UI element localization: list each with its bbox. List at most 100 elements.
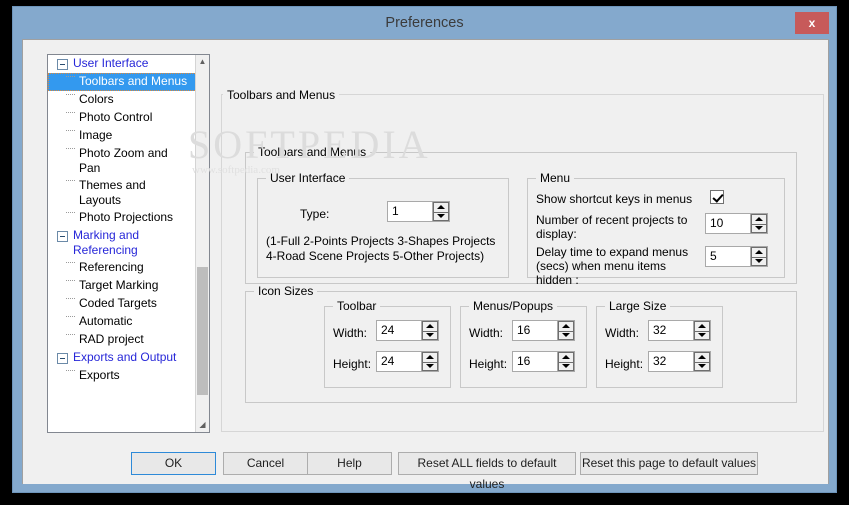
group-title: Menu bbox=[536, 171, 575, 185]
minus-icon[interactable] bbox=[57, 353, 68, 364]
tree-connector-icon bbox=[66, 112, 75, 113]
settings-tree-panel[interactable]: User Interface Toolbars and Menus Colors… bbox=[47, 54, 210, 433]
help-button[interactable]: Help bbox=[307, 452, 392, 475]
stepper-buttons[interactable] bbox=[750, 247, 767, 266]
title-bar: Preferences x bbox=[13, 7, 836, 39]
menus-width-value[interactable]: 16 bbox=[513, 321, 557, 340]
tree-item-rad-project[interactable]: RAD project bbox=[48, 331, 197, 349]
tree-item-coded-targets[interactable]: Coded Targets bbox=[48, 295, 197, 313]
delay-time-value[interactable]: 5 bbox=[706, 247, 750, 266]
tree-item-label: Exports bbox=[79, 368, 120, 382]
stepper-buttons[interactable] bbox=[557, 352, 574, 371]
tree-item-photo-zoom-and-pan[interactable]: Photo Zoom and Pan bbox=[48, 145, 197, 177]
tree-connector-icon bbox=[66, 298, 75, 299]
tree-item-automatic[interactable]: Automatic bbox=[48, 313, 197, 331]
stepper-down-icon[interactable] bbox=[558, 361, 574, 371]
type-stepper[interactable]: 1 bbox=[387, 201, 450, 222]
tree-item-photo-control[interactable]: Photo Control bbox=[48, 109, 197, 127]
tree-item-label: Image bbox=[79, 128, 113, 142]
reset-all-fields-button[interactable]: Reset ALL fields to default values bbox=[398, 452, 576, 491]
tree-item-photo-projections[interactable]: Photo Projections bbox=[48, 209, 197, 227]
tree-item-exports[interactable]: Exports bbox=[48, 367, 197, 385]
preferences-window: Preferences x SOFTPEDIA www.softpedia.co… bbox=[12, 6, 837, 493]
tree-item-referencing[interactable]: Referencing bbox=[48, 259, 197, 277]
large-width-stepper[interactable]: 32 bbox=[648, 320, 711, 341]
stepper-down-icon[interactable] bbox=[433, 211, 449, 221]
stepper-up-icon[interactable] bbox=[751, 247, 767, 257]
delay-time-stepper[interactable]: 5 bbox=[705, 246, 768, 267]
group-title: Toolbars and Menus bbox=[254, 145, 371, 159]
tree-scrollbar[interactable]: ▲ ◢ bbox=[195, 55, 209, 432]
window-title: Preferences bbox=[385, 15, 464, 31]
cancel-button[interactable]: Cancel bbox=[223, 452, 308, 475]
stepper-buttons[interactable] bbox=[557, 321, 574, 340]
large-height-value[interactable]: 32 bbox=[649, 352, 693, 371]
stepper-down-icon[interactable] bbox=[694, 361, 710, 371]
stepper-up-icon[interactable] bbox=[558, 352, 574, 362]
tree-item-toolbars-and-menus[interactable]: Toolbars and Menus bbox=[48, 73, 209, 91]
stepper-up-icon[interactable] bbox=[694, 352, 710, 362]
show-shortcut-keys-label: Show shortcut keys in menus bbox=[536, 192, 693, 206]
large-width-value[interactable]: 32 bbox=[649, 321, 693, 340]
show-shortcut-keys-checkbox[interactable] bbox=[710, 190, 724, 204]
close-button[interactable]: x bbox=[795, 12, 829, 34]
tree-connector-icon bbox=[66, 212, 75, 213]
dialog-button-bar: OK Cancel Help Reset ALL fields to defau… bbox=[23, 452, 828, 491]
toolbar-width-stepper[interactable]: 24 bbox=[376, 320, 439, 341]
tree-item-label: Toolbars and Menus bbox=[79, 74, 188, 88]
scroll-down-icon[interactable]: ◢ bbox=[196, 418, 209, 432]
menus-height-value[interactable]: 16 bbox=[513, 352, 557, 371]
stepper-up-icon[interactable] bbox=[751, 214, 767, 224]
toolbar-height-value[interactable]: 24 bbox=[377, 352, 421, 371]
tree-item-image[interactable]: Image bbox=[48, 127, 197, 145]
group-large-icon-size: Large Size Width: 32 Height: 32 bbox=[596, 299, 723, 388]
stepper-buttons[interactable] bbox=[421, 321, 438, 340]
minus-icon[interactable] bbox=[57, 231, 68, 242]
page-title: Toolbars and Menus bbox=[223, 88, 340, 102]
stepper-buttons[interactable] bbox=[432, 202, 449, 221]
group-title: Icon Sizes bbox=[254, 284, 318, 298]
stepper-buttons[interactable] bbox=[693, 321, 710, 340]
ok-button[interactable]: OK bbox=[131, 452, 216, 475]
stepper-buttons[interactable] bbox=[750, 214, 767, 233]
tree-group-exports-and-output[interactable]: Exports and Output bbox=[48, 349, 197, 367]
menus-width-stepper[interactable]: 16 bbox=[512, 320, 575, 341]
toolbar-width-label: Width: bbox=[333, 326, 368, 340]
tree-item-themes-and-layouts[interactable]: Themes and Layouts bbox=[48, 177, 197, 209]
tree-item-colors[interactable]: Colors bbox=[48, 91, 197, 109]
toolbar-width-value[interactable]: 24 bbox=[377, 321, 421, 340]
tree-item-label: User Interface bbox=[73, 56, 149, 70]
stepper-buttons[interactable] bbox=[421, 352, 438, 371]
reset-this-page-button[interactable]: Reset this page to default values bbox=[580, 452, 758, 475]
stepper-down-icon[interactable] bbox=[422, 361, 438, 371]
large-height-stepper[interactable]: 32 bbox=[648, 351, 711, 372]
stepper-down-icon[interactable] bbox=[751, 223, 767, 233]
tree-item-label: RAD project bbox=[79, 332, 144, 346]
menus-height-stepper[interactable]: 16 bbox=[512, 351, 575, 372]
tree-item-label: Exports and Output bbox=[73, 350, 177, 364]
stepper-down-icon[interactable] bbox=[694, 330, 710, 340]
tree-group-marking-and-referencing[interactable]: Marking and Referencing bbox=[48, 227, 197, 259]
stepper-up-icon[interactable] bbox=[422, 321, 438, 331]
tree-group-user-interface[interactable]: User Interface bbox=[48, 55, 197, 73]
toolbar-height-stepper[interactable]: 24 bbox=[376, 351, 439, 372]
stepper-buttons[interactable] bbox=[693, 352, 710, 371]
stepper-down-icon[interactable] bbox=[422, 330, 438, 340]
group-toolbar-icon-size: Toolbar Width: 24 Height: 24 bbox=[324, 299, 451, 388]
scroll-up-icon[interactable]: ▲ bbox=[196, 55, 209, 69]
minus-icon[interactable] bbox=[57, 59, 68, 70]
stepper-down-icon[interactable] bbox=[558, 330, 574, 340]
recent-projects-stepper[interactable]: 10 bbox=[705, 213, 768, 234]
tree-item-label: Automatic bbox=[79, 314, 133, 328]
recent-projects-value[interactable]: 10 bbox=[706, 214, 750, 233]
stepper-down-icon[interactable] bbox=[751, 256, 767, 266]
tree-item-label: Themes and Layouts bbox=[79, 178, 146, 207]
stepper-up-icon[interactable] bbox=[558, 321, 574, 331]
tree-item-target-marking[interactable]: Target Marking bbox=[48, 277, 197, 295]
stepper-up-icon[interactable] bbox=[433, 202, 449, 212]
stepper-up-icon[interactable] bbox=[694, 321, 710, 331]
type-value[interactable]: 1 bbox=[388, 202, 432, 221]
scrollbar-thumb[interactable] bbox=[197, 267, 208, 395]
tree-item-label: Target Marking bbox=[79, 278, 159, 292]
stepper-up-icon[interactable] bbox=[422, 352, 438, 362]
